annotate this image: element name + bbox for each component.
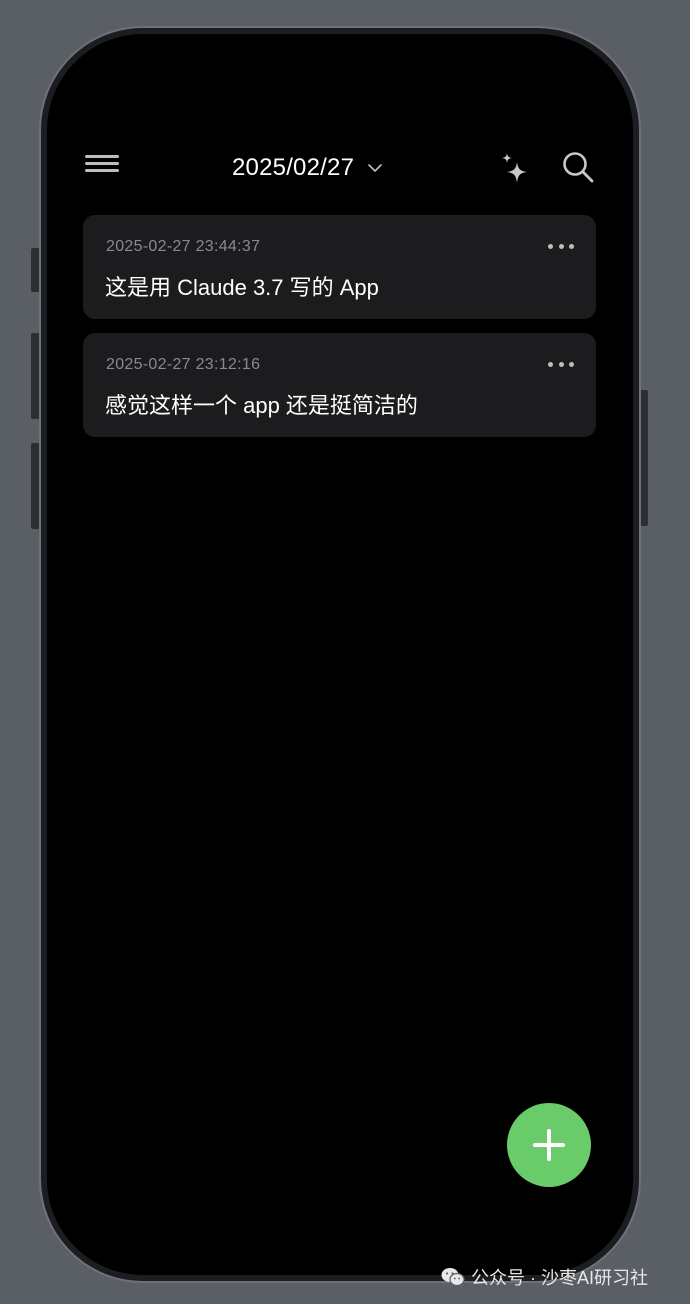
note-text: 感觉这样一个 app 还是挺简洁的 <box>105 393 418 418</box>
sparkle-icon[interactable] <box>499 150 533 188</box>
hamburger-menu-icon[interactable] <box>85 155 119 179</box>
add-note-button[interactable] <box>507 1103 591 1187</box>
wechat-icon <box>441 1268 465 1287</box>
current-date: 2025/02/27 <box>232 154 355 181</box>
top-bar: 2025/02/27 <box>47 144 633 194</box>
note-text: 这是用 Claude 3.7 写的 App <box>105 275 379 300</box>
device-stage: 2025/02/27 2025-02-27 23:44:37 这是用 Claud… <box>0 0 690 1304</box>
note-timestamp: 2025-02-27 23:12:16 <box>106 356 261 373</box>
search-icon[interactable] <box>561 150 595 184</box>
date-selector[interactable]: 2025/02/27 <box>232 152 382 184</box>
chevron-down-icon <box>368 164 382 172</box>
note-card[interactable]: 2025-02-27 23:44:37 这是用 Claude 3.7 写的 Ap… <box>83 215 596 319</box>
note-card[interactable]: 2025-02-27 23:12:16 感觉这样一个 app 还是挺简洁的 <box>83 333 596 437</box>
more-options-icon[interactable] <box>548 357 574 371</box>
more-options-icon[interactable] <box>548 239 574 253</box>
note-timestamp: 2025-02-27 23:44:37 <box>106 238 261 255</box>
watermark-text: 公众号 · 沙枣AI研习社 <box>471 1268 649 1288</box>
app-screen: 2025/02/27 2025-02-27 23:44:37 这是用 Claud… <box>47 34 633 1275</box>
watermark: 公众号 · 沙枣AI研习社 <box>441 1264 648 1290</box>
